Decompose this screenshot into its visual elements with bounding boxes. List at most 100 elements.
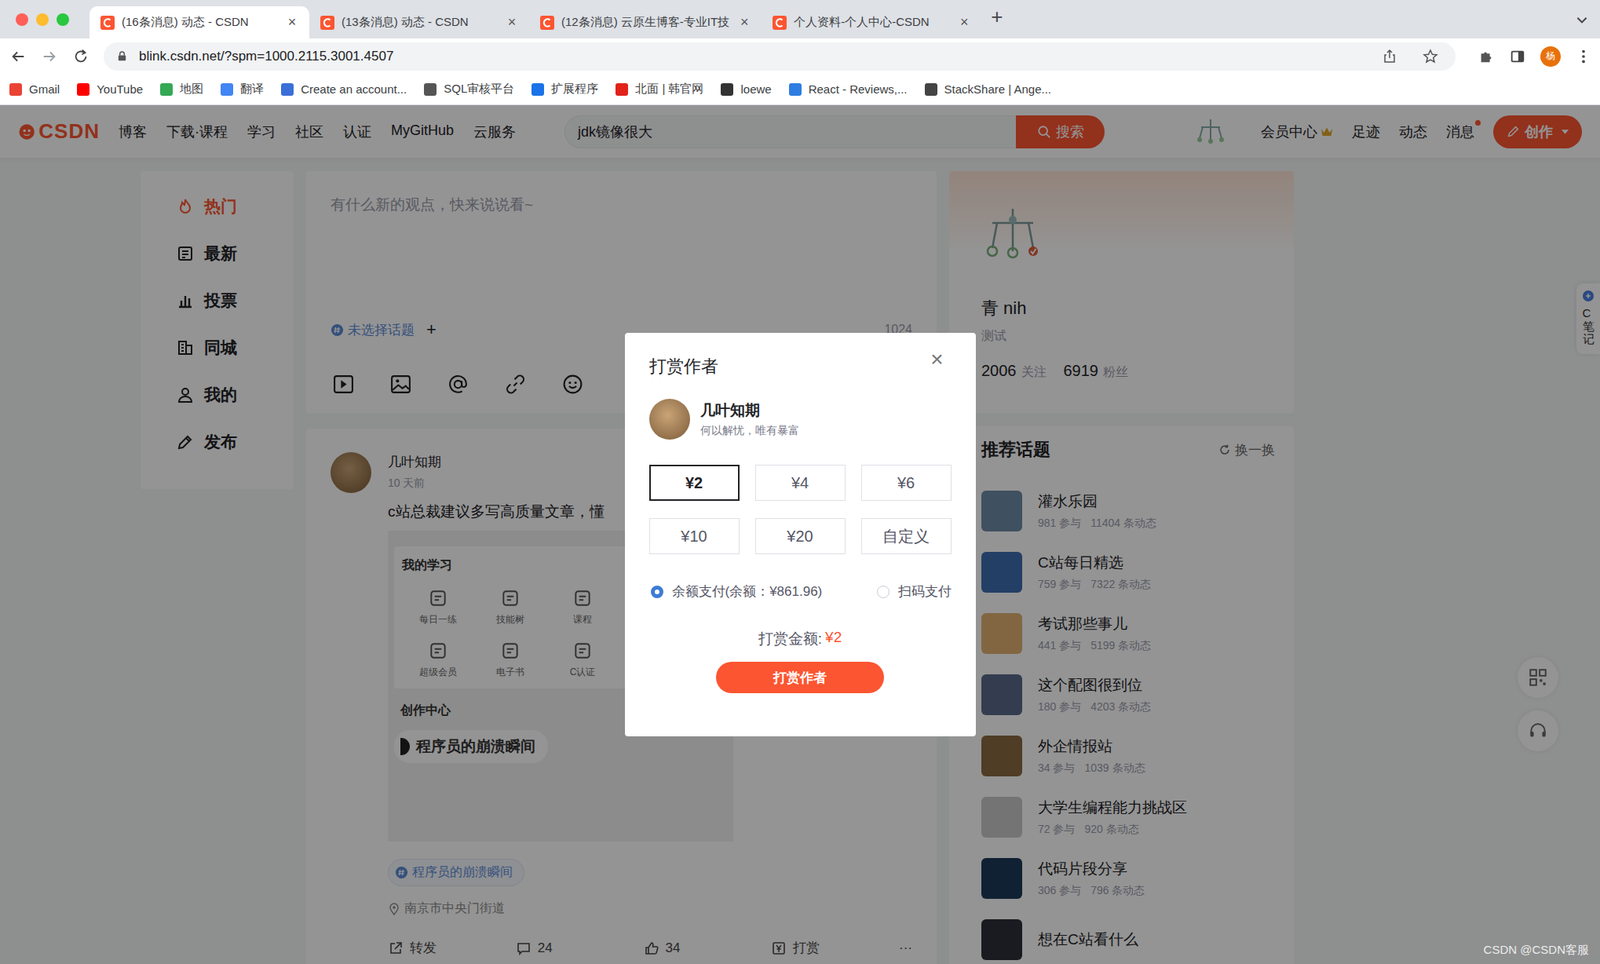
bookmark-label: 扩展程序 — [551, 81, 599, 97]
new-tab-button[interactable]: + — [981, 4, 1012, 34]
bookmark-label: React - Reviews,... — [808, 82, 908, 96]
bookmark-label: loewe — [740, 82, 771, 96]
url-text: blink.csdn.net/?spm=1000.2115.3001.4507 — [138, 48, 394, 65]
reward-total: 打赏金额: ¥2 — [649, 628, 952, 650]
bookmark-favicon-icon — [220, 83, 234, 96]
bookmark-label: SQL审核平台 — [443, 81, 515, 97]
tab-close-button[interactable]: × — [504, 14, 520, 31]
bookmark[interactable]: 北面 | 韩官网 — [615, 81, 704, 97]
csdn-favicon-icon — [100, 15, 115, 30]
close-button[interactable]: × — [930, 347, 943, 373]
bookmark-label: 北面 | 韩官网 — [635, 81, 704, 97]
total-label: 打赏金额: — [758, 628, 822, 650]
tab-bar: (16条消息) 动态 - CSDN × (13条消息) 动态 - CSDN × … — [0, 0, 1600, 39]
bookmark[interactable]: 地图 — [160, 81, 204, 97]
browser-tab[interactable]: (16条消息) 动态 - CSDN × — [89, 6, 310, 39]
reward-submit-button[interactable]: 打赏作者 — [715, 661, 885, 694]
share-icon[interactable] — [1381, 48, 1398, 65]
bookmark[interactable]: SQL审核平台 — [423, 81, 515, 97]
url-field[interactable]: blink.csdn.net/?spm=1000.2115.3001.4507 — [103, 42, 1456, 71]
reward-author: 几叶知期 何以解忧，唯有暴富 — [649, 398, 952, 440]
bookmark-favicon-icon — [76, 83, 90, 96]
payment-methods: 余额支付(余额：¥861.96) 扫码支付 — [649, 582, 952, 601]
reload-icon[interactable] — [72, 47, 90, 66]
tab-title: (12条消息) 云原生博客-专业IT技 — [561, 14, 730, 30]
minimize-window-button[interactable] — [36, 13, 49, 26]
forward-arrow-icon[interactable] — [40, 47, 59, 66]
radio-button[interactable] — [650, 585, 664, 599]
bookmark-favicon-icon — [924, 83, 938, 96]
browser-tab[interactable]: 个人资料-个人中心-CSDN × — [761, 6, 982, 39]
bookmark-favicon-icon — [720, 83, 734, 96]
bookmark-label: Gmail — [29, 82, 60, 96]
amount-option[interactable]: ¥4 — [755, 464, 846, 501]
close-window-button[interactable] — [15, 13, 29, 26]
payment-option[interactable]: 扫码支付 — [876, 582, 952, 601]
csdn-favicon-icon — [772, 15, 787, 30]
bookmark-favicon-icon — [615, 83, 629, 96]
author-motto: 何以解忧，唯有暴富 — [700, 423, 800, 439]
reward-dialog: 打赏作者 × 几叶知期 何以解忧，唯有暴富 ¥2 ¥4 ¥6 ¥10 ¥20 自定义 余额… — [624, 332, 976, 737]
bookmark-label: StackShare | Ange... — [944, 82, 1052, 96]
extensions-puzzle-icon[interactable] — [1477, 47, 1495, 66]
bookmark-label: Create an account... — [300, 82, 407, 96]
csdn-favicon-icon — [540, 15, 555, 30]
bookmark[interactable]: StackShare | Ange... — [924, 82, 1052, 96]
zoom-window-button[interactable] — [56, 13, 70, 26]
payment-option[interactable]: 余额支付(余额：¥861.96) — [650, 582, 823, 601]
profile-avatar[interactable]: 杨 — [1540, 46, 1561, 67]
bookmark-favicon-icon — [789, 83, 802, 96]
bookmark[interactable]: Gmail — [9, 82, 60, 96]
tab-close-button[interactable]: × — [736, 14, 753, 31]
tab-title: (13条消息) 动态 - CSDN — [341, 14, 497, 30]
bookmark[interactable]: 翻译 — [220, 81, 264, 97]
bookmark-label: YouTube — [96, 82, 143, 96]
amount-option[interactable]: ¥20 — [755, 518, 846, 555]
bookmark-label: 地图 — [179, 81, 204, 97]
tab-title: (16条消息) 动态 - CSDN — [121, 14, 278, 30]
bookmark[interactable]: 扩展程序 — [531, 81, 599, 97]
bookmark[interactable]: YouTube — [76, 82, 143, 96]
amount-option[interactable]: 自定义 — [861, 518, 952, 555]
back-arrow-icon[interactable] — [9, 47, 27, 66]
browser-tab[interactable]: (13条消息) 动态 - CSDN × — [309, 6, 530, 39]
window-controls — [0, 0, 90, 39]
tab-close-button[interactable]: × — [956, 14, 972, 31]
payment-label: 余额支付(余额：¥861.96) — [672, 582, 823, 601]
author-name: 几叶知期 — [700, 400, 800, 421]
radio-button[interactable] — [876, 585, 890, 599]
bookmark-favicon-icon — [160, 83, 173, 96]
tab-close-button[interactable]: × — [284, 14, 300, 31]
bookmark-label: 翻译 — [240, 81, 264, 97]
bookmark-favicon-icon — [9, 83, 22, 96]
web-page: CSDN 博客下载·课程学习社区认证MyGitHub云服务 jdk镜像很大 搜索… — [0, 105, 1600, 964]
bookmark-favicon-icon — [423, 83, 437, 96]
amount-option[interactable]: ¥10 — [649, 518, 740, 555]
menu-dots-icon[interactable] — [1574, 47, 1593, 66]
modal-overlay[interactable]: 打赏作者 × 几叶知期 何以解忧，唯有暴富 ¥2 ¥4 ¥6 ¥10 ¥20 自定义 余额… — [0, 105, 1600, 964]
amount-option[interactable]: ¥6 — [861, 464, 952, 501]
dialog-header: 打赏作者 × — [649, 332, 952, 393]
bookmark[interactable]: React - Reviews,... — [789, 82, 908, 96]
lock-icon[interactable] — [116, 50, 128, 63]
bookmark-star-icon[interactable] — [1422, 48, 1439, 65]
browser-window: (16条消息) 动态 - CSDN × (13条消息) 动态 - CSDN × … — [0, 0, 1600, 964]
address-bar: blink.csdn.net/?spm=1000.2115.3001.4507 … — [0, 38, 1600, 74]
author-avatar — [649, 398, 691, 440]
bookmark-favicon-icon — [531, 83, 545, 96]
submit-row: 打赏作者 — [649, 661, 952, 694]
bookmarks-bar: Gmail YouTube 地图 翻译 Create an account...… — [0, 73, 1600, 106]
total-value: ¥2 — [825, 628, 842, 650]
tab-title: 个人资料-个人中心-CSDN — [793, 14, 950, 30]
payment-label: 扫码支付 — [898, 582, 952, 601]
browser-tab[interactable]: (12条消息) 云原生博客-专业IT技 × — [529, 6, 762, 39]
csdn-favicon-icon — [320, 15, 335, 30]
amount-options: ¥2 ¥4 ¥6 ¥10 ¥20 自定义 — [649, 464, 952, 555]
bookmark[interactable]: loewe — [720, 82, 771, 96]
chevron-down-icon[interactable] — [1574, 12, 1590, 27]
watermark: CSDN @CSDN客服 — [1483, 942, 1590, 958]
author-info: 几叶知期 何以解忧，唯有暴富 — [700, 400, 800, 439]
amount-option[interactable]: ¥2 — [649, 464, 740, 501]
bookmark[interactable]: Create an account... — [281, 82, 407, 96]
side-panel-icon[interactable] — [1508, 47, 1527, 66]
